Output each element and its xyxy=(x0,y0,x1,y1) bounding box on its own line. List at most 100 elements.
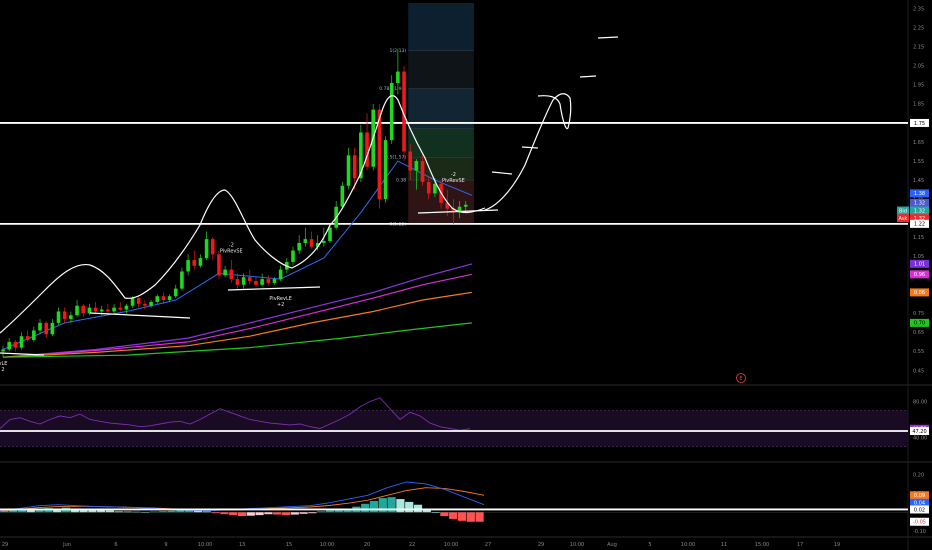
price-badge[interactable]: 1.38 xyxy=(910,189,929,198)
candle-body xyxy=(340,185,345,207)
time-axis-tick: 11 xyxy=(721,542,727,548)
macd-histogram-bar xyxy=(457,512,467,521)
macd-histogram-bar xyxy=(449,512,458,519)
macd-histogram-bar xyxy=(466,512,475,522)
price-badge[interactable]: 0.70 xyxy=(910,318,929,327)
candle-body xyxy=(408,151,413,171)
rsi-axis-tick: 40.00 xyxy=(913,435,927,441)
candle-body xyxy=(124,305,129,310)
candle-body xyxy=(254,280,258,285)
candle-body xyxy=(210,239,215,255)
candle-body xyxy=(136,298,141,304)
price-axis-tick: 1.55 xyxy=(913,159,924,165)
price-badge[interactable]: 1.01 xyxy=(910,259,929,268)
candle-body xyxy=(223,269,227,276)
macd-histogram-bar xyxy=(167,510,176,513)
price-axis-tick: 0.75 xyxy=(913,311,924,317)
candle-body xyxy=(93,307,98,312)
price-axis-tick: 0.55 xyxy=(913,349,924,355)
earnings-marker-label: E xyxy=(739,376,742,382)
time-axis-tick: 10:00 xyxy=(444,542,458,548)
price-badge-value: 0.70 xyxy=(914,321,925,327)
macd-histogram-bar xyxy=(413,504,423,513)
candle-body xyxy=(25,336,30,341)
candle-body xyxy=(396,71,400,83)
price-badge[interactable]: 1.22 xyxy=(910,219,929,228)
candle-body xyxy=(204,239,209,259)
candle-body xyxy=(118,307,123,310)
price-badge-value: 0.96 xyxy=(914,272,925,278)
candle-body xyxy=(99,309,104,312)
time-axis-tick: 22 xyxy=(409,542,415,548)
candle-body xyxy=(235,279,240,285)
macd-histogram-bar xyxy=(141,511,150,513)
macd-histogram-bar xyxy=(290,512,299,515)
macd-histogram-bar xyxy=(431,512,440,513)
candle-body xyxy=(291,250,295,262)
candle[interactable] xyxy=(340,181,345,209)
candle[interactable] xyxy=(217,250,221,280)
price-badge[interactable]: 1.75 xyxy=(910,118,929,127)
time-axis-tick: 19 xyxy=(834,542,840,548)
candle-body xyxy=(143,303,147,306)
price-badge-value: 1.32 xyxy=(914,201,925,207)
price-badge[interactable]: Bid 1.32 xyxy=(897,206,929,215)
price-badge-value: 1.75 xyxy=(914,121,925,127)
time-axis-tick: 9 xyxy=(164,542,167,548)
signal-text: PivRevSE xyxy=(220,248,243,254)
price-badge[interactable]: 0.96 xyxy=(910,270,929,279)
macd-badge-value: 0.09 xyxy=(914,493,925,499)
price-axis-tick: 1.65 xyxy=(913,140,924,146)
candle-body xyxy=(346,155,351,186)
price-badge[interactable]: 0.86 xyxy=(910,288,929,297)
macd-histogram-bar xyxy=(281,512,291,516)
price-axis-tick: 2.05 xyxy=(913,64,924,70)
price-axis-tick: 1.95 xyxy=(913,83,924,89)
price-badge-value: 1.38 xyxy=(914,191,925,197)
time-axis-tick: 10:00 xyxy=(320,542,334,548)
price-badge-value: 0.86 xyxy=(914,290,925,296)
macd-histogram-bar xyxy=(211,512,220,514)
candle-body xyxy=(414,161,419,171)
candle-body xyxy=(248,277,252,281)
candle-body xyxy=(75,305,79,316)
macd-badge-value: -0.05 xyxy=(913,520,926,526)
candle-body xyxy=(463,204,468,207)
price-badge-value: 1.22 xyxy=(914,222,925,228)
rsi-badge-value: 47.20 xyxy=(912,429,926,435)
time-axis-tick: 17 xyxy=(797,542,803,548)
candle-body xyxy=(365,132,369,167)
macd-histogram-bar xyxy=(255,512,264,516)
candle-body xyxy=(192,260,197,266)
time-axis-tick: 10:00 xyxy=(570,542,584,548)
price-badge-label: Bid xyxy=(899,208,907,214)
macd-histogram-bar xyxy=(202,511,211,513)
macd-histogram-bar xyxy=(158,511,167,513)
candle-body xyxy=(155,296,160,302)
price-badge[interactable]: 1.32 xyxy=(910,198,929,207)
macd-histogram-bar xyxy=(325,510,335,513)
candle-body xyxy=(7,341,11,350)
macd-histogram-bar xyxy=(123,511,132,513)
fib-zone-1[interactable] xyxy=(408,50,474,89)
candle[interactable] xyxy=(389,75,394,144)
candle-body xyxy=(69,315,73,320)
candle-body xyxy=(81,305,86,314)
fib-zone-3[interactable] xyxy=(408,128,474,158)
fib-extension-zone[interactable] xyxy=(408,3,474,51)
time-axis-tick: 10:00 xyxy=(198,542,212,548)
macd-histogram-bar xyxy=(176,510,185,513)
macd-histogram-bar xyxy=(317,511,326,513)
candle[interactable] xyxy=(383,136,388,203)
candle-body xyxy=(56,311,61,323)
trading-chart[interactable]: 2.35 2.25 2.15 2.05 1.95 1.85 1.75 1.65 1.55 1.45… xyxy=(0,0,932,550)
price-axis-tick: 0.45 xyxy=(913,368,924,374)
macd-badge-value: 0.02 xyxy=(914,507,925,513)
candle-body xyxy=(112,307,116,312)
candle-body xyxy=(420,161,425,182)
macd-histogram-bar xyxy=(405,501,414,513)
time-axis-tick: 13 xyxy=(239,542,245,548)
price-axis-tick: 2.25 xyxy=(913,26,924,32)
price-axis-tick: 0.65 xyxy=(913,330,924,336)
candle-body xyxy=(303,239,308,243)
